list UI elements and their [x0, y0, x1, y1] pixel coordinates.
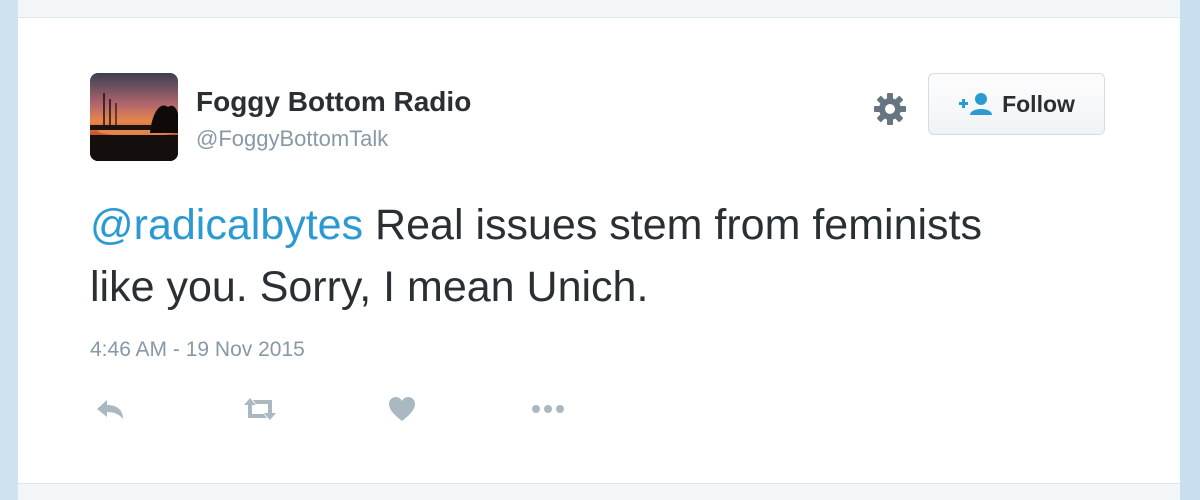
add-user-icon — [958, 91, 994, 117]
like-icon[interactable] — [382, 392, 422, 426]
background-left — [0, 0, 18, 500]
timestamp[interactable]: 4:46 AM - 19 Nov 2015 — [90, 338, 305, 362]
tweet-text: @radicalbytes Real issues stem from femi… — [90, 194, 1050, 318]
author-name[interactable]: Foggy Bottom Radio — [196, 86, 471, 118]
avatar[interactable] — [90, 73, 178, 161]
author-handle[interactable]: @FoggyBottomTalk — [196, 126, 388, 152]
reply-icon[interactable] — [90, 392, 130, 426]
tweet-card: Foggy Bottom Radio @FoggyBottomTalk Foll… — [18, 18, 1180, 483]
retweet-icon[interactable] — [238, 392, 282, 426]
next-item-edge — [18, 483, 1180, 500]
avatar-image — [90, 73, 178, 161]
follow-label: Follow — [1002, 90, 1075, 117]
previous-item-edge — [18, 0, 1180, 18]
follow-button[interactable]: Follow — [928, 73, 1105, 135]
background-right — [1180, 0, 1200, 500]
more-icon[interactable] — [528, 392, 568, 426]
settings-gear-icon[interactable] — [870, 89, 910, 129]
mention-link[interactable]: @radicalbytes — [90, 201, 363, 249]
